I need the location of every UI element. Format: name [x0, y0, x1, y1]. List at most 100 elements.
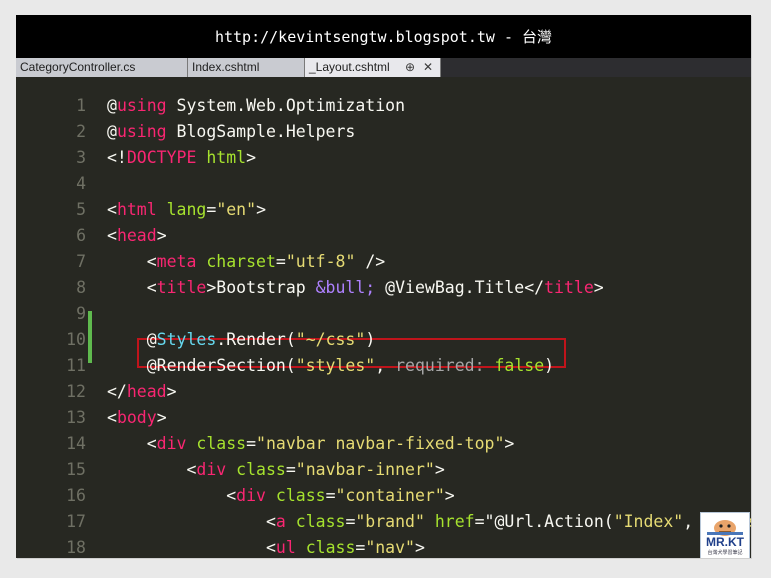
code-token: lang	[166, 200, 207, 219]
code-line[interactable]: 5 <html lang="en">	[16, 197, 751, 223]
code-token: @RenderSection(	[107, 356, 296, 375]
code-token: =	[355, 538, 366, 557]
code-token: class	[305, 538, 356, 557]
line-number: 5	[76, 200, 86, 219]
line-number: 3	[76, 148, 86, 167]
line-number: 13	[66, 408, 86, 427]
line-number: 7	[76, 252, 86, 271]
code-token: <	[107, 226, 117, 245]
code-token: using	[116, 96, 167, 115]
close-tab-icon[interactable]: ✕	[423, 58, 433, 76]
document-tab-strip: CategoryController.cs Index.cshtml _Layo…	[16, 58, 751, 77]
code-token: <	[107, 538, 276, 557]
code-token: title	[156, 278, 207, 297]
code-line[interactable]: 6 <head>	[16, 223, 751, 249]
code-line[interactable]: 4	[16, 171, 751, 197]
line-number: 9	[76, 304, 86, 323]
code-token: BlogSample.Helpers	[166, 122, 356, 141]
code-text: <meta charset="utf-8" />	[107, 249, 385, 275]
code-text: <head>	[107, 223, 167, 249]
tab-categorycontroller[interactable]: CategoryController.cs	[16, 58, 188, 77]
tab-label: Index.cshtml	[192, 60, 260, 74]
code-line[interactable]: 11 @RenderSection("styles", required: fa…	[16, 353, 751, 379]
line-number: 14	[66, 434, 86, 453]
code-token: <	[107, 200, 117, 219]
code-token: "navbar navbar-fixed-top"	[256, 434, 505, 453]
code-text: </head>	[107, 379, 177, 405]
code-token: head	[116, 226, 157, 245]
code-line[interactable]: 14 <div class="navbar navbar-fixed-top">	[16, 431, 751, 457]
code-text: <div class="navbar navbar-fixed-top">	[107, 431, 515, 457]
line-number: 6	[76, 226, 86, 245]
code-token: "navbar-inner"	[295, 460, 435, 479]
code-line[interactable]: 10 @Styles.Render("~/css")	[16, 327, 751, 353]
code-line[interactable]: 16 <div class="container">	[16, 483, 751, 509]
code-token: html	[206, 148, 247, 167]
code-token: head	[126, 382, 167, 401]
code-token: >	[444, 486, 455, 505]
logo-subtext: 台灣犬學習筆記	[707, 550, 743, 556]
line-number: 1	[76, 96, 86, 115]
line-number: 4	[76, 174, 86, 193]
code-token: )	[544, 356, 555, 375]
code-token: class	[295, 512, 346, 531]
code-line[interactable]: 1 @using System.Web.Optimization	[16, 93, 751, 119]
code-line[interactable]: 7 <meta charset="utf-8" />	[16, 249, 751, 275]
code-token: <	[107, 252, 157, 271]
code-line[interactable]: 3 <!DOCTYPE html>	[16, 145, 751, 171]
code-editor[interactable]: 1 @using System.Web.Optimization 2 @using B…	[16, 77, 751, 558]
code-line[interactable]: 9	[16, 301, 751, 327]
code-token: />	[355, 252, 386, 271]
code-token: >	[414, 538, 425, 557]
code-token: >	[504, 434, 515, 453]
logo-name: MR.KT	[706, 535, 744, 549]
code-token: "nav"	[365, 538, 415, 557]
code-line[interactable]: 12 </head>	[16, 379, 751, 405]
code-token: <	[107, 278, 157, 297]
code-token: html	[116, 200, 157, 219]
screenshot-frame: http://kevintsengtw.blogspot.tw - 台灣 Cat…	[16, 15, 751, 558]
code-token: DOCTYPE	[126, 148, 197, 167]
code-line[interactable]: 8 <title>Bootstrap &bull; @ViewBag.Title…	[16, 275, 751, 301]
code-token: title	[544, 278, 594, 297]
line-number: 17	[66, 512, 86, 531]
code-token: System.Web.Optimization	[166, 96, 406, 115]
code-token: <	[107, 512, 276, 531]
pin-tab-icon[interactable]: ⊕	[405, 58, 415, 76]
line-number: 2	[76, 122, 86, 141]
code-text: <div class="navbar-inner">	[107, 457, 444, 483]
code-token: class	[236, 460, 286, 479]
code-token: @	[107, 96, 117, 115]
code-token: Styles	[156, 330, 217, 349]
code-token: div	[236, 486, 266, 505]
code-line[interactable]: 2 @using BlogSample.Helpers	[16, 119, 751, 145]
code-token: href	[434, 512, 475, 531]
code-token: =	[206, 200, 217, 219]
code-line[interactable]: 15 <div class="navbar-inner">	[16, 457, 751, 483]
code-token: class	[196, 434, 247, 453]
code-line[interactable]: 18 <ul class="nav">	[16, 535, 751, 558]
code-text: @using System.Web.Optimization	[107, 93, 405, 119]
code-token: @ViewBag.Title</	[375, 278, 545, 297]
tab-index-cshtml[interactable]: Index.cshtml	[188, 58, 305, 77]
code-token: "en"	[216, 200, 257, 219]
code-token: )	[365, 330, 376, 349]
code-token: >	[246, 148, 257, 167]
code-token: >	[256, 200, 266, 219]
tab-layout-cshtml[interactable]: _Layout.cshtml ⊕ ✕	[305, 58, 441, 77]
code-token: "~/css"	[295, 330, 366, 349]
code-token: charset	[206, 252, 276, 271]
code-token: ,	[375, 356, 396, 375]
code-token: >	[156, 408, 167, 427]
code-text: <ul class="nav">	[107, 535, 425, 558]
code-line[interactable]: 13 <body>	[16, 405, 751, 431]
code-token: >Bootstrap	[206, 278, 316, 297]
code-line[interactable]: 17 <a class="brand" href="@Url.Action("I…	[16, 509, 751, 535]
code-token: >	[166, 382, 177, 401]
code-text: @RenderSection("styles", required: false…	[107, 353, 554, 379]
line-number: 18	[66, 538, 86, 557]
